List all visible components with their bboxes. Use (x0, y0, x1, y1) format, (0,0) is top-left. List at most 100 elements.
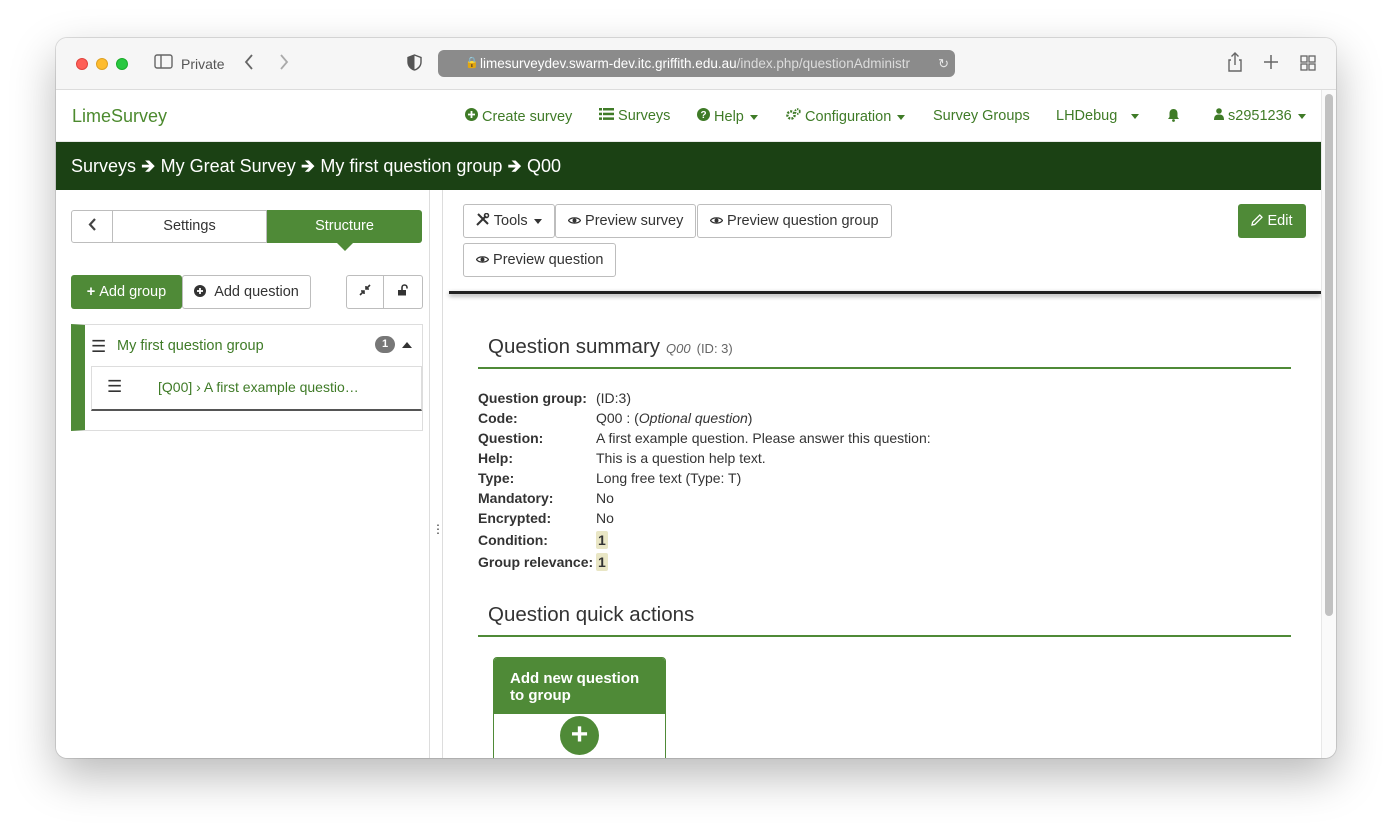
minimize-window-button[interactable] (96, 58, 108, 70)
info-label: Type: (478, 470, 515, 486)
tab-settings[interactable]: Settings (113, 210, 267, 243)
preview-question-group-label: Preview question group (727, 213, 879, 229)
share-icon[interactable] (1227, 52, 1243, 77)
tab-structure[interactable]: Structure (267, 210, 422, 251)
info-label: Condition: (478, 532, 548, 548)
eye-icon (709, 213, 727, 229)
brand-logo[interactable]: LimeSurvey (72, 106, 167, 127)
collapse-sidebar-button[interactable] (71, 210, 113, 243)
eye-icon (567, 213, 585, 229)
add-question-to-group-card[interactable]: Add new question to group + (493, 657, 666, 758)
hamburger-icon[interactable]: ☰ (91, 337, 106, 357)
question-group-card: ☰ My first question group 1 ☰ [Q00] › A … (71, 324, 423, 431)
survey-groups-link[interactable]: Survey Groups (933, 108, 1030, 124)
question-count-badge: 1 (375, 336, 395, 353)
arrow-right-icon: 🡺 (507, 156, 523, 176)
info-value: 1 (596, 553, 608, 571)
card-title: Add new question to group (494, 658, 665, 714)
breadcrumb-group[interactable]: My first question group (320, 156, 502, 176)
arrow-right-icon: 🡺 (300, 156, 316, 176)
shield-icon[interactable] (407, 54, 422, 76)
gears-icon (786, 108, 805, 125)
breadcrumb-question: Q00 (527, 156, 562, 176)
forward-icon[interactable] (279, 54, 289, 75)
browser-window: Private 🔒 limesurveydev.swarm-dev.itc.gr… (56, 38, 1336, 758)
group-title-link[interactable]: My first question group (117, 338, 264, 354)
info-value: This is a question help text. (596, 450, 766, 466)
main-content: Tools Preview survey Preview question gr… (443, 190, 1321, 758)
bell-icon[interactable] (1167, 108, 1180, 126)
question-list-item[interactable]: ☰ [Q00] › A first example questio… (91, 366, 422, 411)
tabs-icon[interactable] (1300, 55, 1316, 76)
summary-rule (478, 367, 1291, 369)
plus-circle-icon (194, 284, 210, 300)
toolbar-divider (449, 291, 1321, 294)
unlock-button[interactable] (384, 275, 423, 309)
preview-survey-button[interactable]: Preview survey (555, 204, 697, 238)
hamburger-icon[interactable]: ☰ (107, 377, 122, 397)
quick-actions-heading: Question quick actions (488, 603, 695, 626)
scrollbar-thumb[interactable] (1325, 94, 1333, 616)
info-value: No (596, 510, 614, 526)
preview-question-label: Preview question (493, 252, 604, 268)
user-menu[interactable]: s2951236 (1214, 108, 1306, 124)
list-icon (599, 108, 618, 124)
info-value: Long free text (Type: T) (596, 470, 742, 486)
preview-survey-label: Preview survey (585, 213, 684, 229)
configuration-menu[interactable]: Configuration (786, 108, 906, 125)
preview-question-button[interactable]: Preview question (463, 243, 617, 277)
plus-circle-icon (465, 108, 482, 125)
help-label: Help (714, 109, 744, 125)
help-menu[interactable]: ? Help (697, 108, 758, 125)
info-label: Code: (478, 410, 518, 426)
plus-icon: + (86, 284, 96, 300)
edit-label: Edit (1267, 213, 1293, 229)
sidebar-icon[interactable] (154, 54, 173, 74)
tools-dropdown[interactable]: Tools (463, 204, 555, 238)
plus-circle-icon[interactable]: + (560, 716, 599, 755)
add-question-button[interactable]: Add question (182, 275, 311, 309)
user-icon (1214, 108, 1228, 124)
address-bar[interactable]: 🔒 limesurveydev.swarm-dev.itc.griffith.e… (438, 50, 955, 77)
surveys-link[interactable]: Surveys (599, 108, 670, 124)
lhdebug-menu[interactable]: LHDebug (1056, 108, 1140, 124)
edit-button[interactable]: Edit (1238, 204, 1306, 238)
condition-badge: 1 (596, 531, 608, 549)
tools-icon (476, 212, 494, 229)
summary-code: Q00 (666, 341, 691, 356)
arrow-right-icon: 🡺 (141, 156, 156, 176)
info-label: Question group: (478, 390, 587, 406)
collapse-all-button[interactable] (346, 275, 384, 309)
summary-title: Question summary (488, 335, 661, 358)
info-label: Help: (478, 450, 513, 466)
close-window-button[interactable] (76, 58, 88, 70)
create-survey-label: Create survey (482, 109, 573, 125)
zoom-window-button[interactable] (116, 58, 128, 70)
chevron-left-icon (88, 218, 97, 234)
quick-actions-rule (478, 635, 1291, 637)
question-link[interactable]: [Q00] › A first example questio… (158, 379, 359, 395)
compress-icon (359, 284, 371, 299)
info-value: 1 (596, 531, 608, 549)
question-summary-heading: Question summary Q00 (ID: 3) (488, 335, 733, 359)
lock-icon: 🔒 (465, 57, 479, 69)
back-icon[interactable] (244, 54, 254, 75)
plus-icon[interactable] (1263, 54, 1279, 75)
lhdebug-label: LHDebug (1056, 108, 1118, 124)
reload-icon[interactable]: ↻ (938, 50, 949, 77)
create-survey-link[interactable]: Create survey (465, 108, 572, 125)
browser-toolbar: Private 🔒 limesurveydev.swarm-dev.itc.gr… (56, 38, 1336, 90)
collapse-group-icon[interactable] (402, 342, 412, 348)
info-value: No (596, 490, 614, 506)
url-host: limesurveydev.swarm-dev.itc.griffith.edu… (480, 56, 737, 71)
add-group-button[interactable]: + Add group (71, 275, 182, 309)
preview-question-group-button[interactable]: Preview question group (697, 204, 892, 238)
summary-id: (ID: 3) (696, 341, 733, 356)
pencil-icon (1251, 213, 1267, 229)
breadcrumb-surveys[interactable]: Surveys (71, 156, 136, 176)
question-circle-icon: ? (697, 108, 714, 125)
scrollbar[interactable] (1321, 90, 1336, 758)
breadcrumb-survey[interactable]: My Great Survey (161, 156, 296, 176)
eye-icon (475, 252, 493, 268)
add-group-label: Add group (99, 284, 167, 300)
